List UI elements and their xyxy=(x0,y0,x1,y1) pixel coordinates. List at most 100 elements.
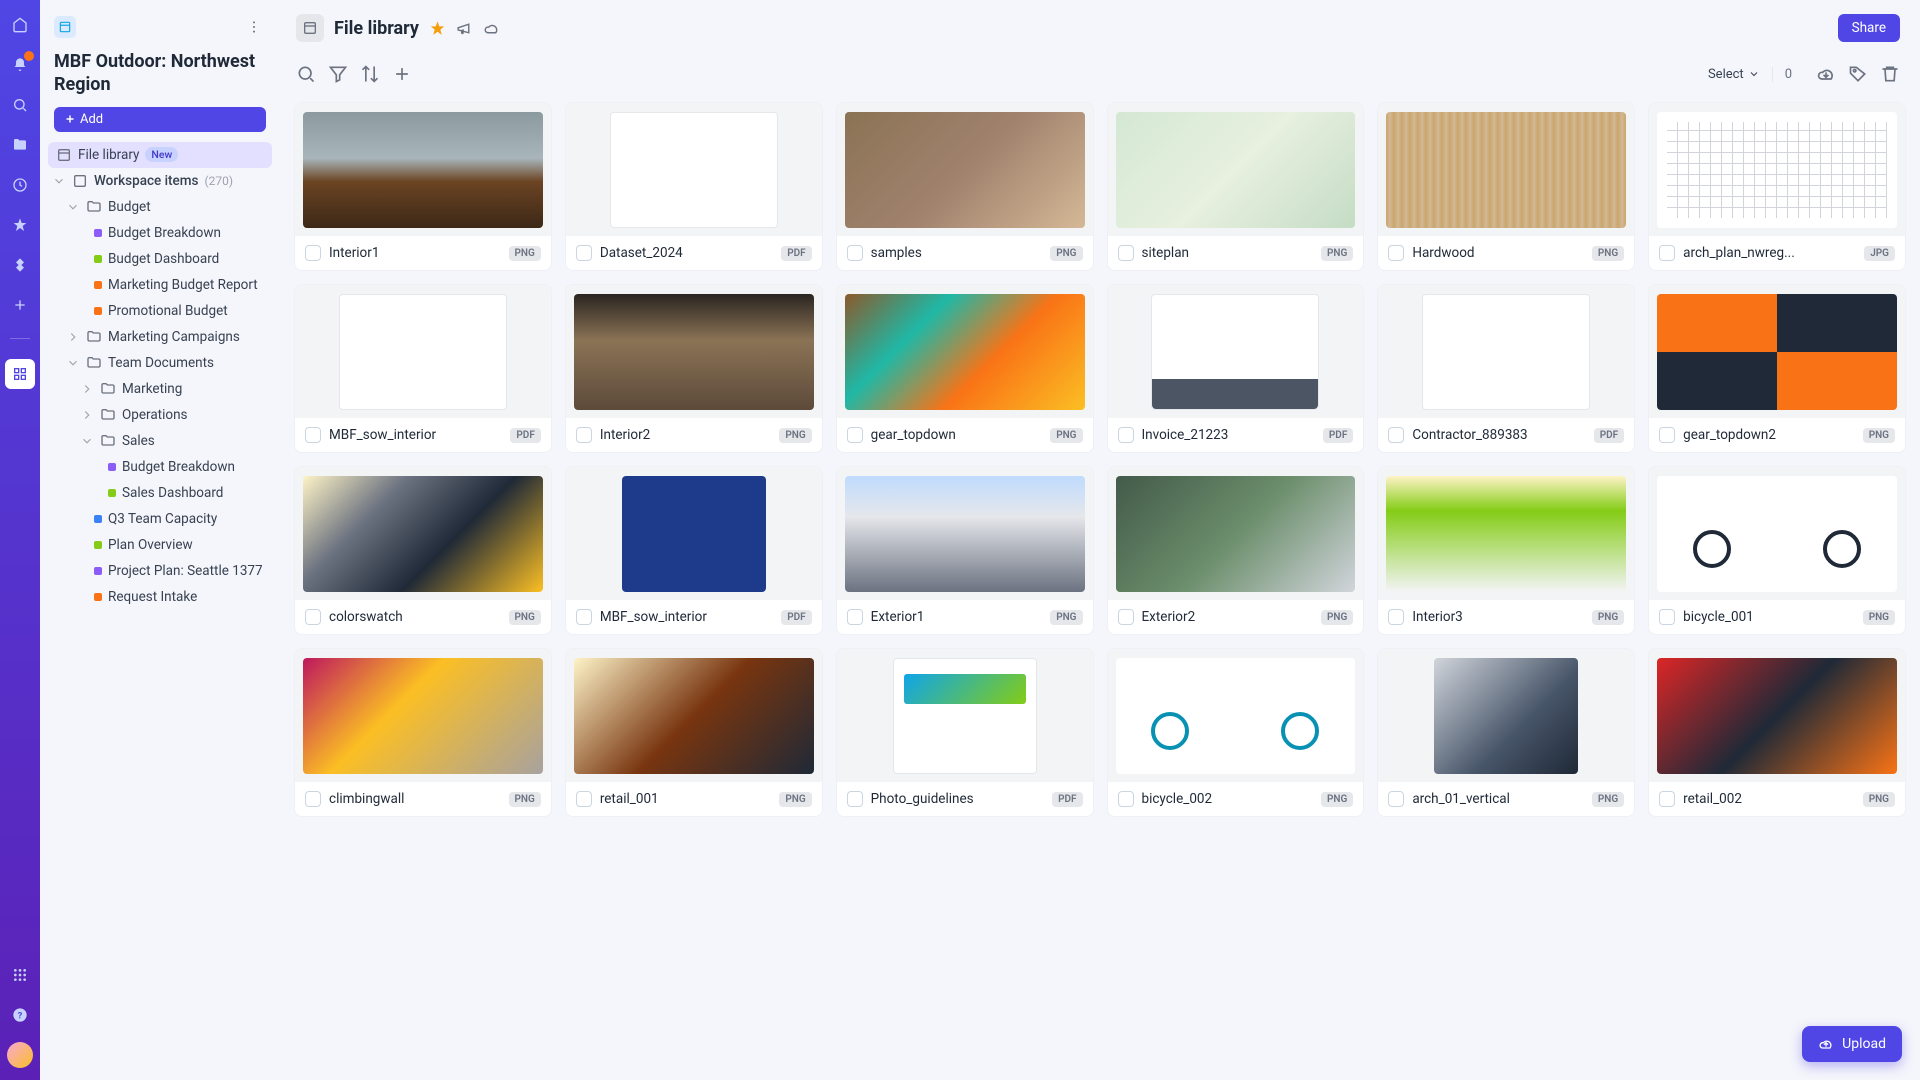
cloud-icon[interactable] xyxy=(483,20,500,37)
more-icon[interactable] xyxy=(246,19,266,35)
file-checkbox[interactable] xyxy=(1659,791,1675,807)
workspace-icon[interactable] xyxy=(5,359,35,389)
plus-icon[interactable] xyxy=(392,64,412,84)
list-dot xyxy=(94,541,102,549)
file-checkbox[interactable] xyxy=(847,245,863,261)
upload-button[interactable]: Upload xyxy=(1802,1026,1902,1062)
sidebar-item-marketing-budget[interactable]: Marketing Budget Report xyxy=(48,272,272,298)
file-checkbox[interactable] xyxy=(1118,609,1134,625)
sidebar-item-marketing[interactable]: Marketing xyxy=(48,376,272,402)
sidebar-item-budget[interactable]: Budget xyxy=(48,194,272,220)
star-icon[interactable] xyxy=(7,212,33,238)
add-button[interactable]: Add xyxy=(54,107,266,132)
file-checkbox[interactable] xyxy=(1118,791,1134,807)
file-card[interactable]: gear_topdownPNG xyxy=(836,284,1094,453)
file-checkbox[interactable] xyxy=(576,609,592,625)
file-checkbox[interactable] xyxy=(576,427,592,443)
sidebar-item-request-intake[interactable]: Request Intake xyxy=(48,584,272,610)
sidebar-item-q3-capacity[interactable]: Q3 Team Capacity xyxy=(48,506,272,532)
file-checkbox[interactable] xyxy=(305,245,321,261)
file-card[interactable]: arch_01_verticalPNG xyxy=(1377,648,1635,817)
file-card[interactable]: retail_002PNG xyxy=(1648,648,1906,817)
sidebar-item-sales[interactable]: Sales xyxy=(48,428,272,454)
file-checkbox[interactable] xyxy=(847,791,863,807)
sidebar-item-project-plan[interactable]: Project Plan: Seattle 1377 xyxy=(48,558,272,584)
sidebar-item-plan-overview[interactable]: Plan Overview xyxy=(48,532,272,558)
file-card[interactable]: colorswatchPNG xyxy=(294,466,552,635)
file-card[interactable]: Exterior1PNG xyxy=(836,466,1094,635)
file-checkbox[interactable] xyxy=(1659,427,1675,443)
search-icon[interactable] xyxy=(7,92,33,118)
diamond-icon[interactable] xyxy=(7,252,33,278)
share-button[interactable]: Share xyxy=(1838,14,1900,42)
file-card[interactable]: Invoice_21223PDF xyxy=(1107,284,1365,453)
file-card[interactable]: retail_001PNG xyxy=(565,648,823,817)
sidebar-item-sales-dashboard[interactable]: Sales Dashboard xyxy=(48,480,272,506)
file-checkbox[interactable] xyxy=(1659,609,1675,625)
file-checkbox[interactable] xyxy=(305,609,321,625)
sidebar-item-marketing-campaigns[interactable]: Marketing Campaigns xyxy=(48,324,272,350)
sidebar: MBF Outdoor: Northwest Region Add File l… xyxy=(40,0,280,1080)
file-card[interactable]: Interior3PNG xyxy=(1377,466,1635,635)
file-card[interactable]: Dataset_2024PDF xyxy=(565,102,823,271)
clock-icon[interactable] xyxy=(7,172,33,198)
filter-icon[interactable] xyxy=(328,64,348,84)
bell-icon[interactable] xyxy=(7,52,33,78)
sidebar-item-promotional-budget[interactable]: Promotional Budget xyxy=(48,298,272,324)
file-checkbox[interactable] xyxy=(1388,245,1404,261)
folder-icon[interactable] xyxy=(7,132,33,158)
sidebar-item-operations[interactable]: Operations xyxy=(48,402,272,428)
file-card[interactable]: Interior2PNG xyxy=(565,284,823,453)
file-checkbox[interactable] xyxy=(305,427,321,443)
apps-icon[interactable] xyxy=(7,962,33,988)
file-card[interactable]: climbingwallPNG xyxy=(294,648,552,817)
sidebar-item-budget-breakdown[interactable]: Budget Breakdown xyxy=(48,220,272,246)
search-icon[interactable] xyxy=(296,64,316,84)
file-checkbox[interactable] xyxy=(576,791,592,807)
file-card[interactable]: bicycle_001PNG xyxy=(1648,466,1906,635)
user-avatar[interactable] xyxy=(7,1042,33,1068)
file-checkbox[interactable] xyxy=(1118,427,1134,443)
sidebar-item-workspace[interactable]: Workspace items (270) xyxy=(48,168,272,194)
star-icon[interactable] xyxy=(429,20,446,37)
sidebar-item-budget-dashboard[interactable]: Budget Dashboard xyxy=(48,246,272,272)
select-dropdown[interactable]: Select xyxy=(1708,67,1760,82)
sidebar-item-file-library[interactable]: File library New xyxy=(48,142,272,168)
file-checkbox[interactable] xyxy=(847,609,863,625)
file-card[interactable]: MBF_sow_interiorPDF xyxy=(294,284,552,453)
file-card[interactable]: samplesPNG xyxy=(836,102,1094,271)
file-checkbox[interactable] xyxy=(1388,791,1404,807)
file-checkbox[interactable] xyxy=(1388,609,1404,625)
file-card[interactable]: siteplanPNG xyxy=(1107,102,1365,271)
home-icon[interactable] xyxy=(7,12,33,38)
tag-icon[interactable] xyxy=(1848,64,1868,84)
file-checkbox[interactable] xyxy=(1388,427,1404,443)
file-checkbox[interactable] xyxy=(1118,245,1134,261)
help-icon[interactable]: ? xyxy=(7,1002,33,1028)
sidebar-item-sales-budget-breakdown[interactable]: Budget Breakdown xyxy=(48,454,272,480)
workspace-logo[interactable] xyxy=(54,16,76,38)
file-card[interactable]: gear_topdown2PNG xyxy=(1648,284,1906,453)
list-dot xyxy=(94,255,102,263)
file-card[interactable]: MBF_sow_interiorPDF xyxy=(565,466,823,635)
download-icon[interactable] xyxy=(1816,64,1836,84)
sidebar-item-team-documents[interactable]: Team Documents xyxy=(48,350,272,376)
file-type-badge: PNG xyxy=(1863,792,1895,807)
file-card[interactable]: HardwoodPNG xyxy=(1377,102,1635,271)
sort-icon[interactable] xyxy=(360,64,380,84)
file-card[interactable]: Contractor_889383PDF xyxy=(1377,284,1635,453)
file-thumbnail xyxy=(295,103,551,236)
file-checkbox[interactable] xyxy=(576,245,592,261)
file-checkbox[interactable] xyxy=(1659,245,1675,261)
file-card[interactable]: Interior1PNG xyxy=(294,102,552,271)
file-card[interactable]: Exterior2PNG xyxy=(1107,466,1365,635)
file-checkbox[interactable] xyxy=(305,791,321,807)
plus-icon[interactable] xyxy=(7,292,33,318)
file-card[interactable]: arch_plan_nwreg...JPG xyxy=(1648,102,1906,271)
file-card[interactable]: bicycle_002PNG xyxy=(1107,648,1365,817)
trash-icon[interactable] xyxy=(1880,64,1900,84)
file-checkbox[interactable] xyxy=(847,427,863,443)
megaphone-icon[interactable] xyxy=(456,20,473,37)
file-name: Photo_guidelines xyxy=(871,791,1044,807)
file-card[interactable]: Photo_guidelinesPDF xyxy=(836,648,1094,817)
